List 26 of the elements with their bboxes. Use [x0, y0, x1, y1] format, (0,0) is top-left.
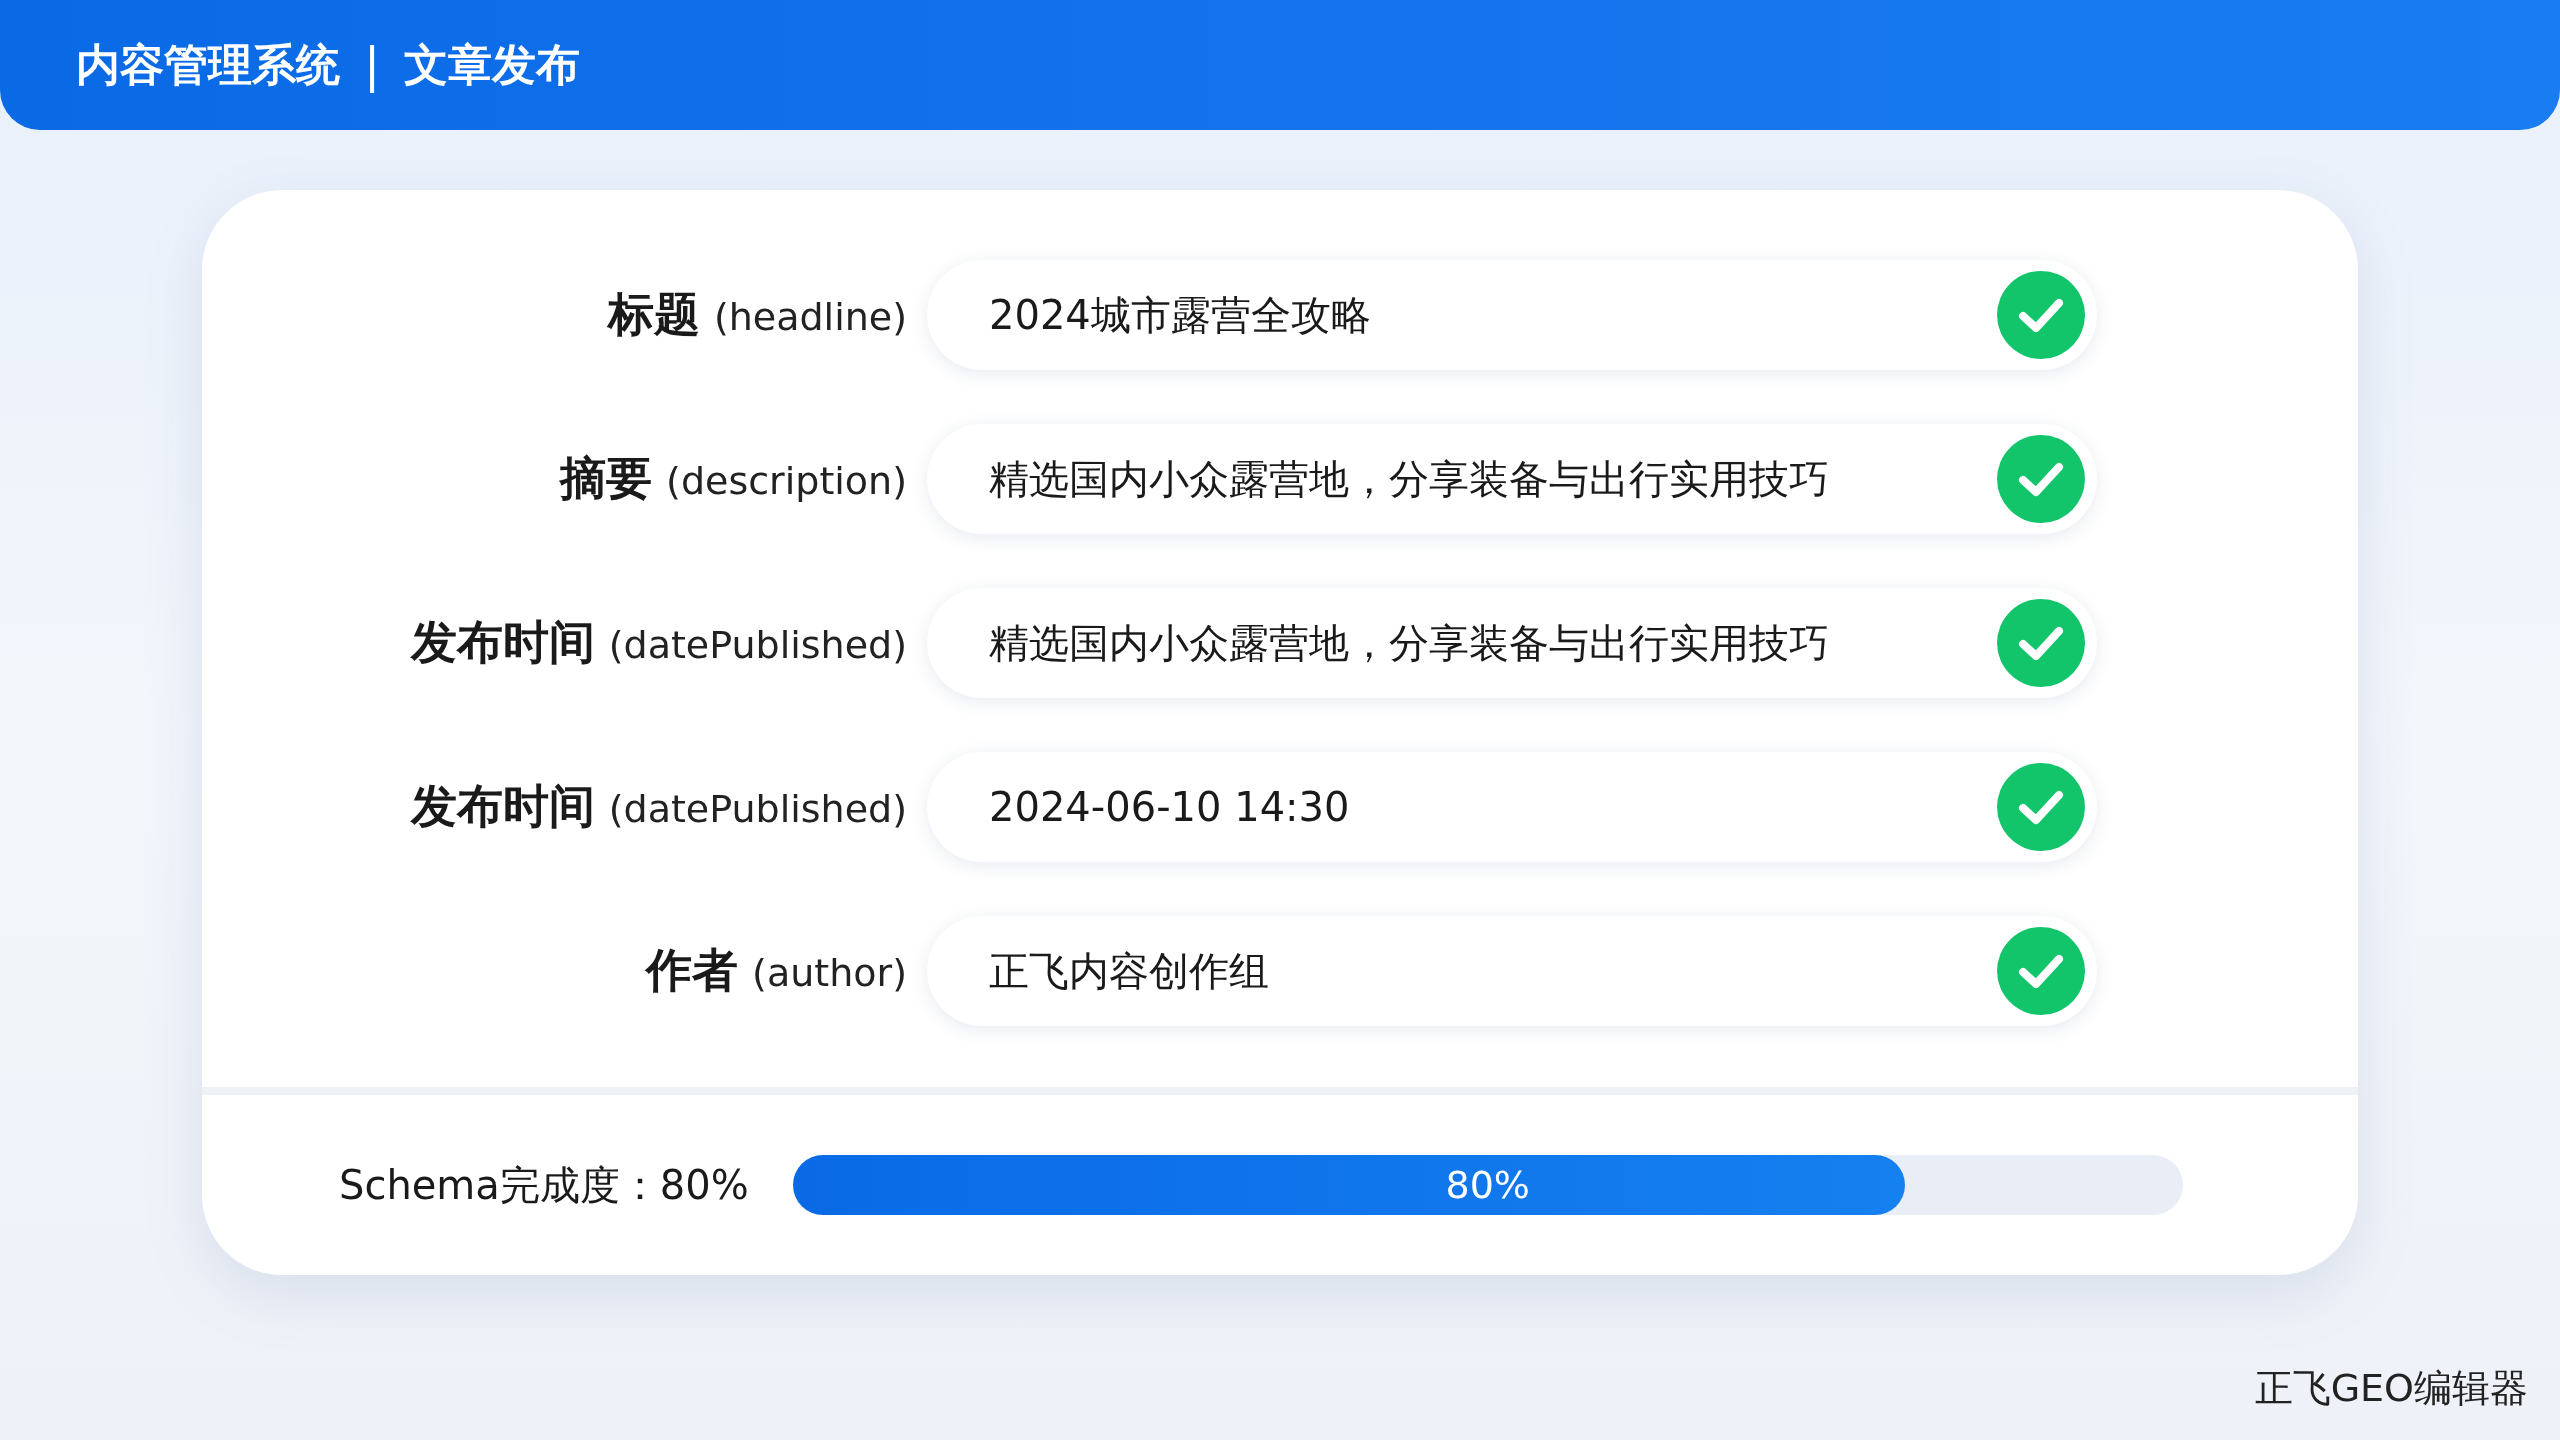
input-field[interactable]: 2024城市露营全攻略 — [927, 260, 2097, 370]
title-separator: | — [364, 37, 381, 93]
field-label: 发布时间 — [410, 614, 595, 671]
field-key: (headline) — [713, 295, 907, 339]
input-field[interactable]: 正飞内容创作组 — [927, 916, 2097, 1026]
field-value: 正飞内容创作组 — [989, 946, 1269, 996]
brand-label: 正飞GEO编辑器 — [2254, 1365, 2528, 1412]
field-label: 标题 — [607, 286, 700, 343]
field-value: 2024城市露营全攻略 — [989, 290, 1371, 340]
field-label: 发布时间 — [410, 778, 595, 835]
input-field[interactable]: 2024-06-10 14:30 — [927, 752, 2097, 862]
field-key: (datePublished) — [608, 787, 907, 831]
field-value: 2024-06-10 14:30 — [989, 784, 1350, 830]
progress-reading: 80% — [1444, 1162, 1531, 1209]
page-title: 文章发布 — [404, 37, 581, 92]
field-key: (datePublished) — [608, 623, 907, 667]
field-label: 作者 — [646, 942, 739, 999]
field-label: 摘要 — [560, 450, 653, 507]
field-value: 精选国内小众露营地，分享装备与出行实用技巧 — [989, 454, 1829, 504]
field-key: (description) — [666, 459, 907, 503]
input-field[interactable]: 精选国内小众露营地，分享装备与出行实用技巧 — [927, 424, 2097, 534]
system-title: 内容管理系统 — [76, 37, 340, 92]
field-value: 精选国内小众露营地，分享装备与出行实用技巧 — [989, 618, 1829, 668]
progress-label: Schema完成度：80% — [339, 1160, 749, 1210]
input-field[interactable]: 精选国内小众露营地，分享装备与出行实用技巧 — [927, 588, 2097, 698]
field-key: (author) — [752, 951, 907, 995]
